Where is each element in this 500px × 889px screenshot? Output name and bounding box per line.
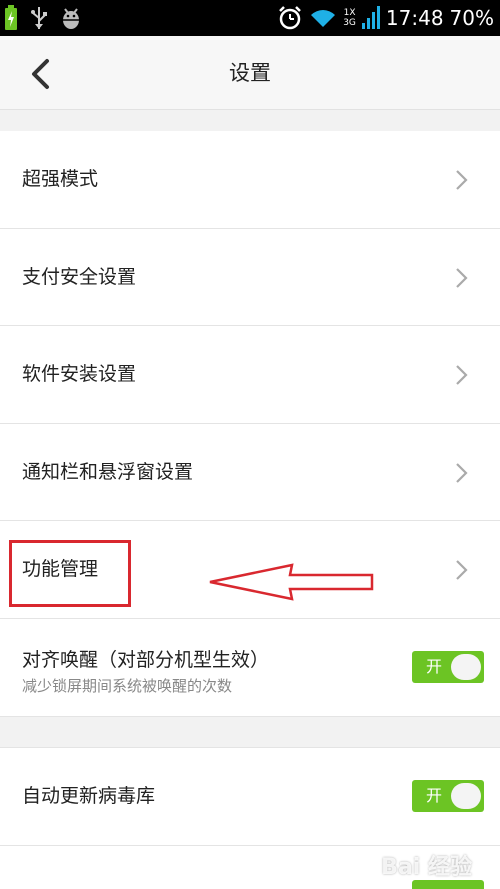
chevron-right-icon [456,462,468,483]
network-type: 1X 3G [343,8,356,28]
toggle-on-label: 开 [426,786,443,805]
chevron-right-icon [456,170,468,190]
annotation-arrow-icon [209,563,374,601]
settings-item-software-install[interactable]: 软件安装设置 [0,326,500,424]
wifi-icon [311,10,336,27]
toggle-knob [451,653,481,680]
battery-percent: 70% [449,6,494,30]
alarm-clock-icon [279,6,302,30]
page-title: 设置 [229,61,271,85]
settings-item-label: 对齐唤醒（对部分机型生效） [22,648,270,671]
settings-item-align-wakeup: 对齐唤醒（对部分机型生效） 减少锁屏期间系统被唤醒的次数 开 [0,618,500,716]
app-header: 设置 [0,36,500,110]
chevron-right-icon [456,560,468,580]
watermark: Bai 经验 [381,855,472,880]
usb-icon [31,7,47,29]
signal-strength-icon [361,6,380,29]
settings-item-notification-floating[interactable]: 通知栏和悬浮窗设置 [0,423,500,521]
settings-item-auto-update-virus-db: 自动更新病毒库 开 [0,748,500,846]
network-3g-label: 3G [343,18,356,28]
android-debug-icon [63,8,79,29]
status-left-icons [4,4,82,32]
section-divider [0,716,500,748]
settings-item-label: 通知栏和悬浮窗设置 [22,460,194,483]
chevron-left-icon [32,59,49,89]
chevron-right-icon [456,365,468,385]
settings-item-description: 减少锁屏期间系统被唤醒的次数 [22,676,233,695]
annotation-highlight-box [9,540,131,607]
toggle-on-label: 开 [426,656,443,676]
status-right-icons: 1X 3G 17:48 70% [277,2,494,34]
settings-item-label: 支付安全设置 [22,265,137,288]
settings-item-super-mode[interactable]: 超强模式 [0,131,500,229]
chevron-right-icon [456,267,468,288]
battery-charging-icon [5,5,17,30]
settings-item-payment-security[interactable]: 支付安全设置 [0,228,500,326]
network-1x-label: 1X [343,8,356,18]
back-button[interactable] [20,54,60,94]
status-bar: 1X 3G 17:48 70% [0,0,500,36]
settings-item-label: 软件安装设置 [22,363,137,385]
settings-item-label: 自动更新病毒库 [22,785,156,807]
status-time: 17:48 [385,6,444,30]
align-wakeup-toggle[interactable]: 开 [412,650,484,683]
toggle-knob [451,783,481,809]
settings-list: 超强模式 支付安全设置 软件安装设置 通知栏和悬浮窗设置 功能管理 对齐唤醒（对… [0,131,500,716]
settings-item-label: 超强模式 [22,168,99,190]
auto-update-toggle[interactable]: 开 [412,780,484,812]
